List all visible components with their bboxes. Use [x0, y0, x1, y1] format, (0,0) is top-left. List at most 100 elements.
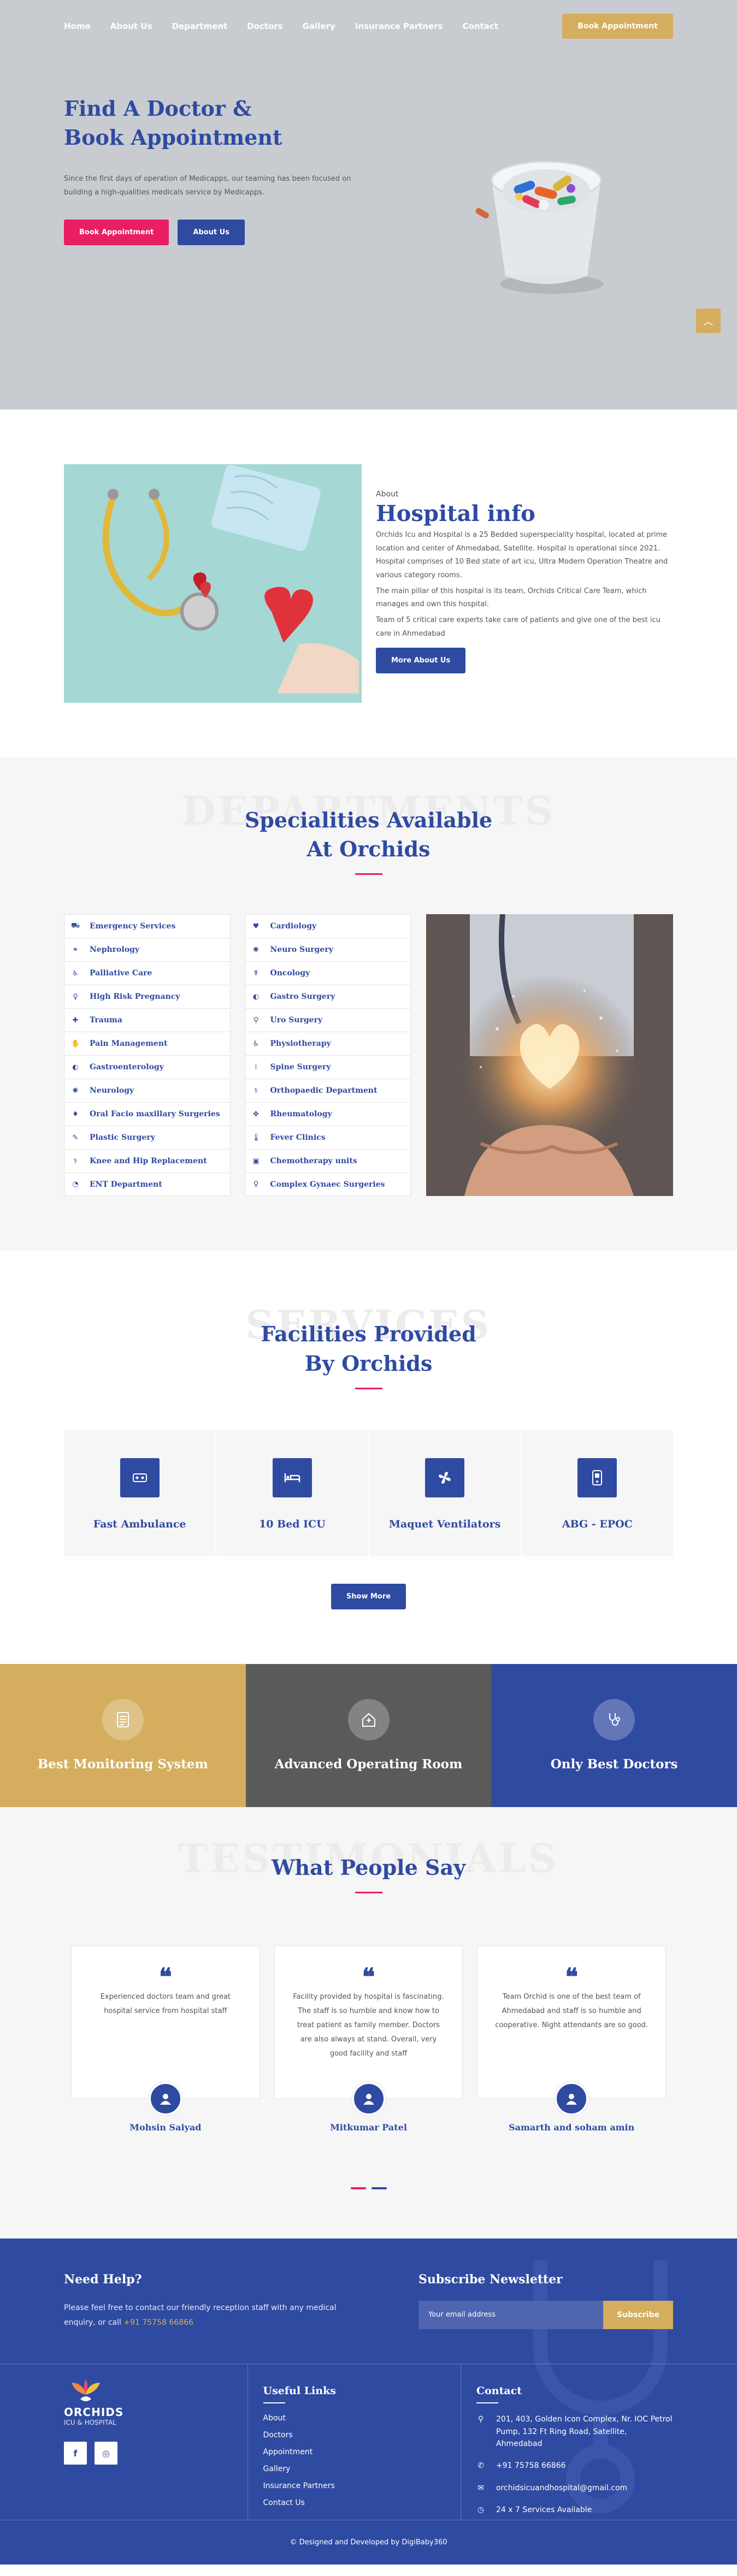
speciality-item[interactable]: ♿ Palliative Care	[64, 961, 231, 985]
hero-book-appointment-button[interactable]: Book Appointment	[64, 219, 169, 245]
speciality-item[interactable]: ✺ Neuro Surgery	[244, 938, 411, 962]
testimonials-section: TESTIMONIALS What People Say ❝ Experienc…	[0, 1807, 737, 2239]
more-about-us-button[interactable]: More About Us	[376, 647, 466, 673]
speciality-item[interactable]: ♀ High Risk Pregnancy	[64, 985, 231, 1009]
testimonial-name: Mohsin Saiyad	[129, 2122, 202, 2133]
carousel-dot-active[interactable]	[350, 2187, 366, 2189]
speciality-item[interactable]: ☤ Oncology	[244, 961, 411, 985]
subscribe-button[interactable]: Subscribe	[603, 2300, 673, 2329]
avatar	[148, 2081, 182, 2116]
facebook-icon[interactable]: f	[64, 2442, 87, 2465]
testimonial-card: ❝ Facility provided by hospital is fasci…	[274, 1945, 463, 2133]
need-help-title: Need Help?	[64, 2272, 142, 2287]
speciality-item[interactable]: ✺ Neurology	[64, 1079, 231, 1103]
instagram-icon[interactable]: ◎	[95, 2442, 117, 2465]
hospital-icon	[347, 1699, 390, 1741]
speciality-label: Rheumatology	[270, 1110, 332, 1119]
footer-link-gallery[interactable]: Gallery	[263, 2461, 461, 2478]
speciality-item[interactable]: ✥ Rheumatology	[244, 1102, 411, 1126]
footer-link-insurance-partners[interactable]: Insurance Partners	[263, 2478, 461, 2495]
bone-icon: ⚕	[253, 1086, 258, 1095]
contact-hours: ◷ 24 x 7 Services Available	[476, 2504, 673, 2516]
facility-card-maquet-ventilators[interactable]: Maquet Ventilators	[369, 1429, 522, 1556]
speciality-label: Palliative Care	[90, 969, 152, 978]
contact-address: ⚲ 201, 403, Golden Icon Complex, Nr. IOC…	[476, 2413, 673, 2450]
facility-card-abg-epoc[interactable]: ABG - EPOC	[521, 1429, 673, 1556]
speciality-label: Uro Surgery	[270, 1016, 323, 1025]
show-more-button[interactable]: Show More	[331, 1583, 406, 1609]
speciality-item[interactable]: ◐ Gastro Surgery	[244, 985, 411, 1009]
speciality-item[interactable]: ♀ Complex Gynaec Surgeries	[244, 1172, 411, 1197]
clipboard-icon	[102, 1699, 144, 1741]
pill-cup-image	[475, 161, 604, 294]
quote-icon: ❝	[565, 1963, 579, 1991]
nav-insurance-partners[interactable]: Insurance Partners	[355, 21, 443, 31]
site-footer: Need Help? Please feel free to contact o…	[0, 2238, 737, 2565]
nav-home[interactable]: Home	[64, 21, 91, 31]
carousel-dot[interactable]	[371, 2187, 387, 2189]
nav-about-us[interactable]: About Us	[110, 21, 152, 31]
testimonial-name: Mitkumar Patel	[330, 2122, 407, 2133]
heading-underline	[263, 2402, 285, 2404]
about-paragraph-2: The main pillar of this hospital is its …	[376, 587, 647, 609]
speciality-label: Oral Facio maxillary Surgeries	[90, 1110, 220, 1119]
speciality-item[interactable]: ◔ ENT Department	[64, 1172, 231, 1197]
main-nav: Home About Us Department Doctors Gallery…	[64, 21, 498, 31]
speciality-label: Cardiology	[270, 922, 317, 931]
newsletter-email-input[interactable]	[418, 2300, 603, 2329]
footer-link-about[interactable]: About	[263, 2410, 461, 2427]
speciality-item[interactable]: ⚕ Orthopaedic Department	[244, 1079, 411, 1103]
speciality-item[interactable]: ⚕ Knee and Hip Replacement	[64, 1149, 231, 1173]
testimonial-text: Experienced doctors team and great hospi…	[100, 1992, 231, 2015]
speciality-item[interactable]: ♦ Oral Facio maxillary Surgeries	[64, 1102, 231, 1126]
chevron-up-icon[interactable]: ︿	[696, 309, 721, 333]
heading-underline	[476, 2402, 498, 2404]
hero-about-us-button[interactable]: About Us	[178, 219, 245, 245]
nav-contact[interactable]: Contact	[463, 21, 498, 31]
nav-department[interactable]: Department	[172, 21, 228, 31]
need-help-text: Please feel free to contact our friendly…	[64, 2303, 337, 2327]
speciality-item[interactable]: ⛟ Emergency Services	[64, 914, 231, 938]
orchids-logo[interactable]: ORCHIDS ICU & HOSPITAL	[64, 2378, 247, 2426]
user-care-icon: ♿	[72, 969, 79, 978]
nav-doctors[interactable]: Doctors	[247, 21, 282, 31]
bandage-icon: ✚	[72, 1016, 79, 1025]
speciality-item[interactable]: 🌡 Fever Clinics	[244, 1126, 411, 1150]
hero-title: Find A Doctor & Book Appointment	[64, 96, 282, 150]
speciality-item[interactable]: ♥ Cardiology	[244, 914, 411, 938]
feature-label: Best Monitoring System	[37, 1757, 208, 1772]
facility-card-10-bed-icu[interactable]: 10 Bed ICU	[216, 1429, 369, 1556]
speciality-item[interactable]: ▣ Chemotherapy units	[244, 1149, 411, 1173]
speciality-item[interactable]: ✋ Pain Management	[64, 1032, 231, 1056]
speciality-item[interactable]: ✚ Trauma	[64, 1008, 231, 1032]
speciality-item[interactable]: ⚲ Uro Surgery	[244, 1008, 411, 1032]
footer-link-contact-us[interactable]: Contact Us	[263, 2495, 461, 2512]
footer-link-appointment[interactable]: Appointment	[263, 2444, 461, 2461]
site-header: Home About Us Department Doctors Gallery…	[0, 0, 737, 52]
contact-phone[interactable]: ✆ +91 75758 66866	[476, 2460, 673, 2472]
contact-email[interactable]: ✉ orchidsicuandhospital@gmail.com	[476, 2482, 673, 2494]
quote-icon: ❝	[362, 1963, 375, 1991]
speciality-item[interactable]: ⚭ Nephrology	[64, 938, 231, 962]
avatar	[555, 2081, 589, 2116]
facility-card-fast-ambulance[interactable]: Fast Ambulance	[64, 1429, 217, 1556]
speciality-label: Plastic Surgery	[90, 1133, 155, 1142]
bone-icon: ⚕	[73, 1157, 78, 1165]
speciality-item[interactable]: ⁞ Spine Surgery	[244, 1055, 411, 1079]
feature-advanced-operating-room: Advanced Operating Room	[245, 1663, 492, 1807]
speciality-item[interactable]: ✎ Plastic Surgery	[64, 1126, 231, 1150]
nav-gallery[interactable]: Gallery	[303, 21, 335, 31]
map-pin-icon: ⚲	[477, 2415, 484, 2424]
stomach-icon: ◐	[252, 992, 260, 1001]
ear-icon: ◔	[72, 1180, 79, 1189]
title-divider	[355, 873, 382, 875]
help-phone-link[interactable]: +91 75758 66866	[123, 2318, 193, 2327]
speciality-item[interactable]: ♿ Physiotherapy	[244, 1032, 411, 1056]
footer-link-doctors[interactable]: Doctors	[263, 2427, 461, 2444]
brain-icon: ✺	[72, 1086, 79, 1095]
speciality-item[interactable]: ◐ Gastroenterology	[64, 1055, 231, 1079]
speciality-label: Orthopaedic Department	[270, 1086, 378, 1095]
header-book-appointment-button[interactable]: Book Appointment	[562, 13, 673, 39]
title-divider	[355, 1387, 382, 1389]
thermometer-icon: 🌡	[251, 1133, 261, 1142]
